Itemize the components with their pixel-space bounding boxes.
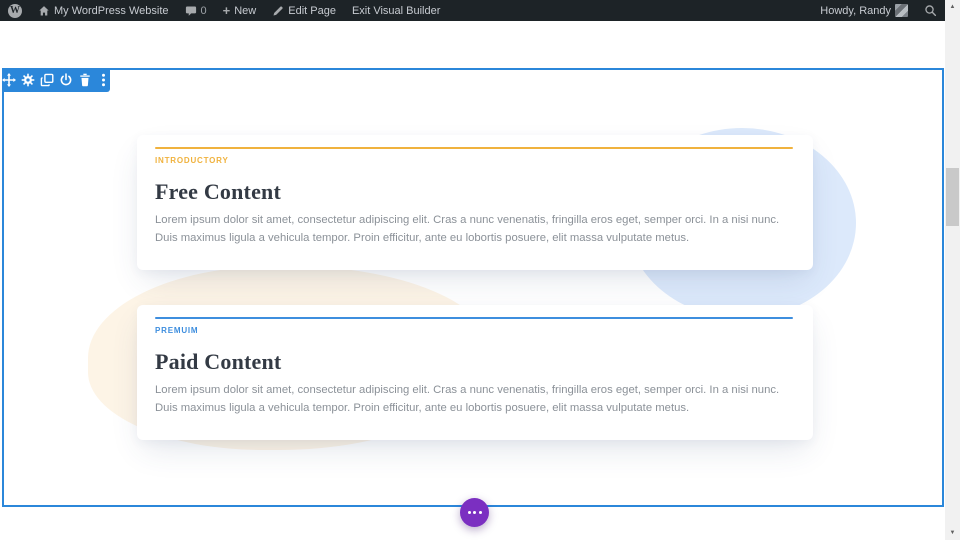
card-body-text: Lorem ipsum dolor sit amet, consectetur … (155, 214, 780, 244)
site-name-label: My WordPress Website (54, 4, 169, 17)
duplicate-icon[interactable] (40, 73, 54, 88)
disable-power-icon[interactable] (59, 73, 73, 88)
comments-menu[interactable]: 0 (177, 0, 215, 21)
exit-visual-builder-menu[interactable]: Exit Visual Builder (344, 0, 448, 21)
howdy-label: Howdy, Randy (820, 4, 891, 17)
scrollbar-thumb[interactable] (946, 168, 959, 226)
wp-admin-bar: W My WordPress Website 0 + New Edit Page… (0, 0, 945, 21)
ellipsis-icon (467, 511, 471, 514)
card-title: Paid Content (155, 349, 282, 374)
plus-icon: + (222, 3, 231, 18)
wordpress-logo-icon: W (8, 3, 22, 18)
edit-page-label: Edit Page (288, 4, 336, 17)
free-content-card[interactable]: INTRODUCTORY Free Content Lorem ipsum do… (137, 135, 813, 270)
comments-count: 0 (200, 4, 207, 17)
pencil-icon (272, 5, 284, 17)
search-icon (924, 4, 937, 17)
card-eyebrow-label: INTRODUCTORY (155, 156, 229, 165)
my-account-menu[interactable]: Howdy, Randy (812, 0, 916, 21)
browser-scrollbar: ▲ ▼ (945, 0, 960, 540)
delete-trash-icon[interactable] (78, 73, 92, 88)
accent-divider (155, 147, 793, 149)
edit-page-menu[interactable]: Edit Page (264, 0, 344, 21)
comment-bubble-icon (185, 5, 197, 17)
settings-gear-icon[interactable] (21, 73, 35, 88)
scroll-down-arrow-icon[interactable]: ▼ (945, 526, 960, 540)
site-name-menu[interactable]: My WordPress Website (30, 0, 177, 21)
card-title: Free Content (155, 179, 282, 204)
move-icon[interactable] (2, 73, 16, 88)
user-avatar (895, 4, 908, 17)
home-icon (38, 5, 50, 17)
card-body-text: Lorem ipsum dolor sit amet, consectetur … (155, 384, 780, 414)
divi-section-toolbar (2, 68, 110, 92)
new-content-menu[interactable]: + New (215, 0, 265, 21)
more-options-icon[interactable] (97, 73, 110, 88)
scroll-up-arrow-icon[interactable]: ▲ (945, 0, 960, 14)
wp-logo-menu[interactable]: W (0, 0, 30, 21)
exit-visual-builder-label: Exit Visual Builder (351, 4, 441, 17)
accent-divider (155, 317, 793, 319)
paid-content-card[interactable]: PREMUIM Paid Content Lorem ipsum dolor s… (137, 305, 813, 440)
wp-admin-bar-left: W My WordPress Website 0 + New Edit Page… (0, 0, 448, 21)
wp-admin-bar-right: Howdy, Randy (812, 0, 945, 21)
page-settings-button[interactable] (460, 498, 489, 527)
divi-section[interactable]: INTRODUCTORY Free Content Lorem ipsum do… (2, 68, 944, 507)
card-eyebrow-label: PREMUIM (155, 326, 199, 335)
search-menu[interactable] (916, 0, 945, 21)
browser-viewport: W My WordPress Website 0 + New Edit Page… (0, 0, 960, 540)
new-label: New (234, 4, 257, 17)
